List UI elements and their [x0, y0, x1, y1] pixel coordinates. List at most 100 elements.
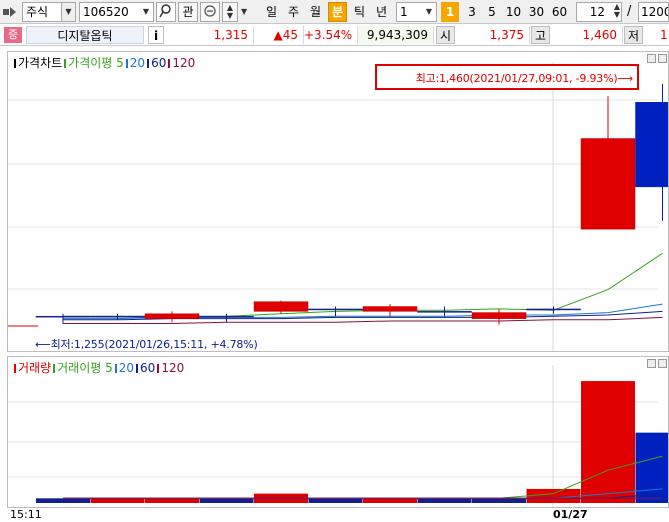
maximize-icon[interactable] [658, 359, 667, 368]
legend-swatch [14, 364, 16, 373]
minute-button[interactable]: 60 [549, 2, 570, 22]
count-value: 12 [589, 5, 605, 19]
stepper-arrows-icon[interactable]: ▲ ▼ [614, 3, 620, 19]
legend-label: 120 [161, 361, 185, 375]
high-label: 고 [531, 26, 550, 44]
time-label-date: 01/27 [553, 508, 588, 521]
high-annotation: 최고:1,460(2021/01/27,09:01, -9.93%)⟶ [415, 72, 633, 85]
volume-legend: 거래량 거래이평 5 20 60 120 [14, 359, 186, 376]
volume-bar [526, 488, 581, 503]
market-select[interactable]: 주식 ▼ [22, 2, 76, 22]
legend-swatch [136, 364, 139, 373]
legend-swatch [64, 59, 67, 68]
chevron-down-icon[interactable]: ▼ [241, 7, 247, 16]
candle-body [90, 315, 145, 318]
period-tab[interactable]: 주 [284, 2, 303, 22]
price-change: ▲45 [254, 26, 304, 44]
stock-code-input[interactable]: 106520 ▼ [79, 2, 154, 22]
chart-link-icon[interactable] [3, 5, 21, 19]
volume-bar [635, 432, 668, 503]
legend-swatch [157, 364, 160, 373]
price-chart[interactable] [8, 52, 668, 351]
period-tab[interactable]: 분 [328, 2, 347, 22]
period-tab[interactable]: 틱 [350, 2, 369, 22]
legend-label: 가격차트 [18, 56, 63, 70]
volume-bar [36, 498, 90, 503]
time-label-start: 15:11 [10, 508, 42, 521]
search-button[interactable] [156, 2, 176, 22]
volume-bar [363, 498, 417, 503]
stock-name: 디지탈옵틱 [26, 26, 144, 44]
candle-body [199, 315, 254, 318]
exchange-logo: 증 [4, 27, 22, 43]
trade-volume: 9,943,309 [358, 26, 434, 44]
volume-bar [417, 498, 472, 503]
interval-select[interactable]: 1 ▼ [396, 2, 437, 22]
candle-body [526, 308, 581, 311]
legend-label: 20 [129, 56, 146, 70]
count-stepper[interactable]: 12 ▲ ▼ [576, 2, 622, 22]
sync-icon [204, 5, 216, 17]
maximize-icon[interactable] [658, 54, 667, 63]
legend-label: 60 [151, 56, 167, 70]
favorite-button[interactable]: 관 [178, 2, 198, 22]
info-label: i [153, 29, 159, 43]
related-button[interactable] [200, 2, 220, 22]
candle-body [362, 306, 418, 312]
legend-swatch [114, 364, 117, 373]
count-total-input[interactable]: 1200 [638, 2, 669, 22]
high-annotation-box: 최고:1,460(2021/01/27,09:01, -9.93%)⟶ [375, 64, 639, 90]
legend-label: 120 [172, 56, 196, 70]
legend-swatch [125, 59, 128, 68]
minute-button[interactable]: 5 [483, 2, 501, 22]
candle-body [580, 138, 636, 230]
count-separator: / [627, 4, 632, 19]
minimize-icon[interactable] [647, 54, 656, 63]
search-icon [159, 4, 171, 18]
favorite-label: 관 [182, 5, 194, 19]
low-annotation: ⟵최저:1,255(2021/01/26,15:11, +4.78%) [35, 338, 258, 351]
chevron-down-icon[interactable]: ▼ [61, 3, 75, 21]
legend-label: 가격이평 5 [68, 56, 124, 70]
chevron-down-icon[interactable]: ▼ [422, 3, 436, 21]
legend-swatch [168, 59, 171, 68]
legend-swatch [53, 364, 56, 373]
stepper-arrows-icon: ▲ ▼ [226, 3, 234, 20]
quote-bar: 증 디지탈옵틱 i 1,315 ▲45 +3.54% 9,943,309 시 1… [0, 24, 669, 46]
volume-bar [199, 498, 254, 503]
volume-bar [472, 498, 526, 503]
count-total-value: 1200 [641, 5, 669, 19]
volume-bar [308, 498, 363, 503]
low-label: 저 [624, 26, 643, 44]
volume-chart-panel[interactable]: 거래량 거래이평 5 20 60 120 [7, 356, 669, 508]
minute-button[interactable]: 10 [503, 2, 524, 22]
market-select-value: 주식 [26, 5, 49, 19]
time-axis: 15:11 01/27 [0, 508, 669, 522]
period-tab[interactable]: 년 [372, 2, 391, 22]
legend-label: 거래이평 5 [57, 361, 113, 375]
legend-label: 거래량 [18, 361, 52, 375]
candle-body [308, 308, 363, 311]
legend-swatch [14, 59, 16, 68]
candle-body [471, 312, 527, 319]
open-price: 1,375 [456, 26, 530, 44]
price-chart-panel[interactable]: 가격차트 가격이평 5 20 60 120 최고:1,460(2021/01/27,09… [7, 51, 669, 352]
minute-button[interactable]: 30 [526, 2, 547, 22]
period-tab[interactable]: 월 [306, 2, 325, 22]
volume-chart[interactable] [8, 357, 668, 507]
info-button[interactable]: i [148, 26, 164, 44]
period-tab[interactable]: 일 [262, 2, 281, 22]
change-rate: +3.54% [304, 26, 358, 44]
minute-button[interactable]: 1 [441, 2, 459, 22]
open-label: 시 [436, 26, 455, 44]
toolbar: 주식 ▼ 106520 ▼ 관 ▲ ▼ ▼ 일주월분틱년 1 ▼ 1 3 5 10 30 6… [0, 0, 669, 24]
stock-code-value: 106520 [83, 5, 129, 19]
volume-bar [90, 498, 145, 503]
chevron-down-icon[interactable]: ▼ [139, 3, 153, 21]
candle-body [417, 311, 472, 313]
minimize-icon[interactable] [647, 359, 656, 368]
low-price: 1 [660, 28, 668, 42]
stock-stepper[interactable]: ▲ ▼ [222, 2, 238, 22]
price-legend: 가격차트 가격이평 5 20 60 120 [14, 54, 197, 71]
minute-button[interactable]: 3 [463, 2, 481, 22]
